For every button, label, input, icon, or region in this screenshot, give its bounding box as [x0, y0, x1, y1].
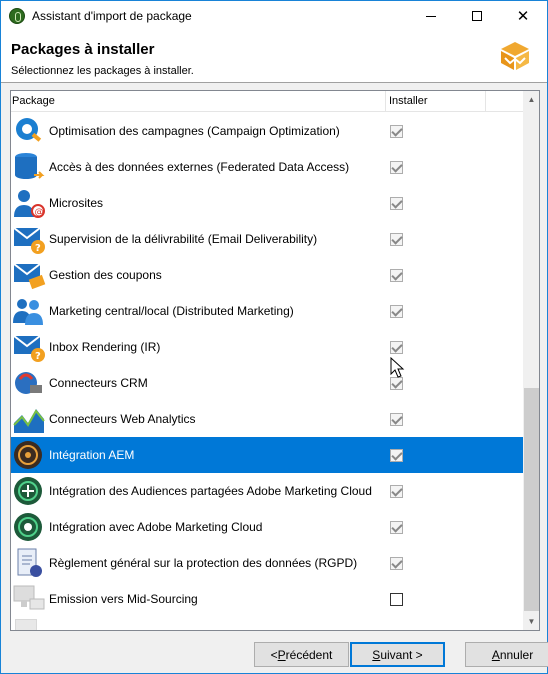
- import-wizard-window: Assistant d'import de package ✕ Packages…: [0, 0, 548, 674]
- mouse-cursor-icon: [390, 357, 405, 378]
- install-checkbox[interactable]: [390, 125, 403, 138]
- page-subtitle: Sélectionnez les packages à installer.: [11, 65, 194, 77]
- install-checkbox[interactable]: [390, 521, 403, 534]
- column-package[interactable]: Package: [12, 95, 55, 107]
- package-row[interactable]: Règlement général sur la protection des …: [11, 545, 523, 581]
- scroll-up-button[interactable]: ▲: [523, 91, 539, 108]
- column-install[interactable]: Installer: [389, 95, 428, 107]
- previous-button[interactable]: < Précédent: [254, 642, 349, 667]
- aem-icon: [14, 441, 42, 469]
- cancel-label-post: nnuler: [499, 647, 534, 662]
- package-row[interactable]: Emission vers Mid-Sourcing: [11, 581, 523, 617]
- package-list[interactable]: Package Installer Optimisation des campa…: [10, 90, 540, 631]
- package-row[interactable]: Intégration des Audiences partagées Adob…: [11, 473, 523, 509]
- crm-connector-icon: [15, 372, 42, 394]
- package-row[interactable]: ? Supervision de la délivrabilité (Email …: [11, 221, 523, 257]
- vertical-scrollbar[interactable]: ▲ ▼: [523, 91, 539, 630]
- wizard-header: Packages à installer Sélectionnez les pa…: [1, 31, 547, 83]
- install-checkbox[interactable]: [390, 305, 403, 318]
- package-label: Intégration AEM: [49, 448, 135, 462]
- previous-label-key: P: [277, 647, 286, 662]
- package-row[interactable]: Accès à des données externes (Federated …: [11, 149, 523, 185]
- package-row[interactable]: Connecteurs Web Analytics: [11, 401, 523, 437]
- package-label: Intégration avec Adobe Marketing Cloud: [49, 520, 263, 534]
- next-label-post: uivant >: [380, 647, 423, 662]
- marketing-cloud-icon: [14, 513, 42, 541]
- package-row-partial[interactable]: [11, 617, 523, 630]
- chevron-up-icon: ▲: [527, 95, 536, 104]
- cancel-label-key: A: [491, 647, 500, 662]
- package-label: Optimisation des campagnes (Campaign Opt…: [49, 124, 340, 138]
- audience-icon: [14, 477, 42, 505]
- package-label: Gestion des coupons: [49, 268, 162, 282]
- previous-label-pre: <: [270, 647, 278, 662]
- install-checkbox[interactable]: [390, 233, 403, 246]
- title-bar[interactable]: Assistant d'import de package ✕: [1, 1, 547, 31]
- package-row[interactable]: Intégration avec Adobe Marketing Cloud: [11, 509, 523, 545]
- package-label: Emission vers Mid-Sourcing: [49, 592, 198, 606]
- mail-question-icon: ?: [13, 227, 45, 254]
- close-icon: ✕: [516, 6, 530, 25]
- install-checkbox[interactable]: [390, 485, 403, 498]
- package-label: Règlement général sur la protection des …: [49, 556, 358, 570]
- svg-text:?: ?: [35, 243, 41, 254]
- minimize-icon: [426, 15, 436, 17]
- install-checkbox[interactable]: [390, 449, 403, 462]
- app-icon: [9, 8, 25, 24]
- package-label: Accès à des données externes (Federated …: [49, 160, 350, 174]
- install-checkbox[interactable]: [390, 413, 403, 426]
- maximize-button[interactable]: [454, 1, 500, 31]
- mail-question-icon: ?: [13, 335, 45, 362]
- chevron-down-icon: ▼: [527, 617, 536, 626]
- package-row[interactable]: Gestion des coupons: [11, 257, 523, 293]
- window-title: Assistant d'import de package: [32, 9, 192, 23]
- install-checkbox[interactable]: [390, 341, 403, 354]
- page-title: Packages à installer: [11, 41, 155, 58]
- install-checkbox[interactable]: [390, 197, 403, 210]
- package-label: Supervision de la délivrabilité (Email D…: [49, 232, 318, 246]
- document-icon: [15, 619, 37, 630]
- cancel-button[interactable]: Annuler: [465, 642, 548, 667]
- package-row[interactable]: Marketing central/local (Distributed Mar…: [11, 293, 523, 329]
- package-label: Connecteurs Web Analytics: [49, 412, 196, 426]
- close-button[interactable]: ✕: [500, 1, 546, 31]
- column-divider[interactable]: [485, 91, 486, 112]
- package-row[interactable]: ? Inbox Rendering (IR): [11, 329, 523, 365]
- column-header: Package Installer: [11, 91, 523, 112]
- database-icon: [15, 153, 45, 179]
- scroll-down-button[interactable]: ▼: [523, 613, 539, 630]
- svg-text:@: @: [35, 208, 44, 218]
- svg-text:?: ?: [35, 351, 41, 362]
- user-at-icon: @: [14, 190, 45, 218]
- package-row[interactable]: Connecteurs CRM: [11, 365, 523, 401]
- package-box-icon: [501, 42, 529, 70]
- mid-sourcing-icon: [13, 585, 45, 610]
- gdpr-document-icon: [17, 548, 42, 577]
- package-row[interactable]: @ Microsites: [11, 185, 523, 221]
- install-checkbox[interactable]: [390, 557, 403, 570]
- web-analytics-icon: [13, 409, 45, 433]
- install-checkbox[interactable]: [390, 593, 403, 606]
- package-label: Intégration des Audiences partagées Adob…: [49, 484, 372, 498]
- install-checkbox[interactable]: [390, 161, 403, 174]
- previous-label-post: récédent: [285, 647, 333, 662]
- users-icon: [13, 299, 43, 325]
- campaign-optimization-icon: [16, 118, 42, 142]
- package-row[interactable]: Optimisation des campagnes (Campaign Opt…: [11, 113, 523, 149]
- package-label: Inbox Rendering (IR): [49, 340, 161, 354]
- package-rows: Optimisation des campagnes (Campaign Opt…: [11, 113, 523, 630]
- package-row[interactable]: Intégration AEM: [11, 437, 523, 473]
- package-label: Marketing central/local (Distributed Mar…: [49, 304, 294, 318]
- next-label-key: S: [372, 647, 381, 662]
- install-checkbox[interactable]: [390, 269, 403, 282]
- scroll-thumb[interactable]: [524, 388, 539, 611]
- column-divider[interactable]: [385, 91, 386, 112]
- minimize-button[interactable]: [408, 1, 454, 31]
- maximize-icon: [472, 11, 482, 21]
- package-label: Microsites: [49, 196, 104, 210]
- mail-coupon-icon: [13, 263, 46, 290]
- package-label: Connecteurs CRM: [49, 376, 148, 390]
- next-button[interactable]: Suivant >: [350, 642, 445, 667]
